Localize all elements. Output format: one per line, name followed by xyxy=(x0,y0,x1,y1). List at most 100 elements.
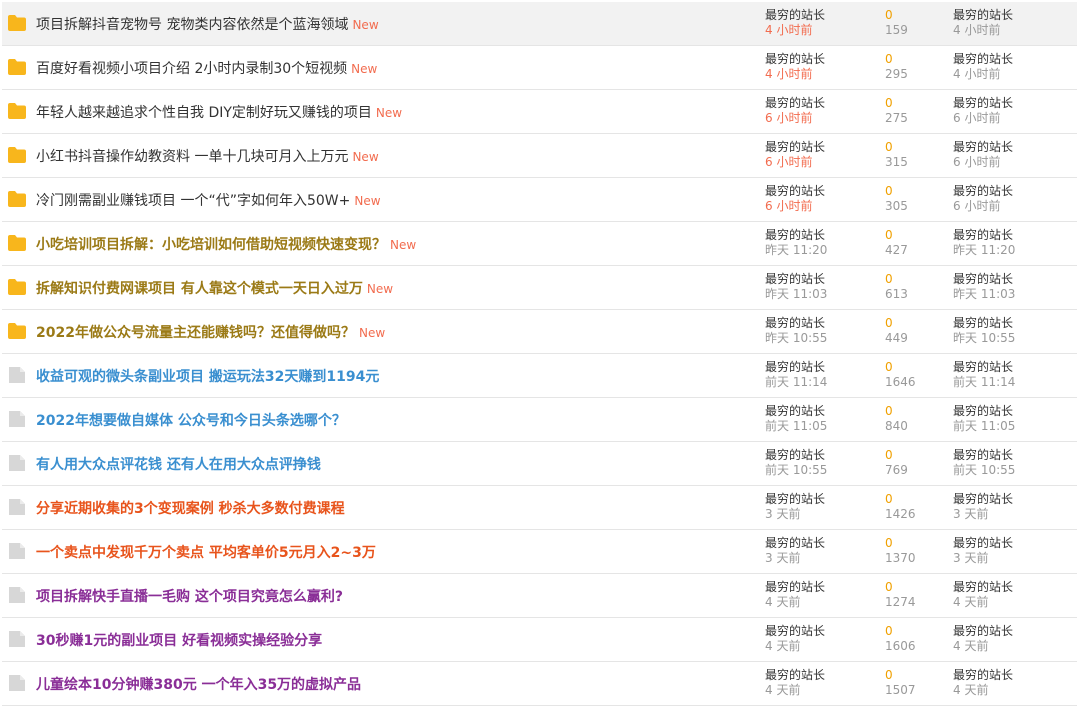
reply-count[interactable]: 0 xyxy=(885,228,908,243)
folder-icon[interactable] xyxy=(7,146,27,164)
file-icon[interactable] xyxy=(7,542,27,560)
reply-count[interactable]: 0 xyxy=(885,316,908,331)
reply-count[interactable]: 0 xyxy=(885,140,908,155)
last-post-time[interactable]: 昨天 11:20 xyxy=(953,243,1015,258)
folder-icon[interactable] xyxy=(7,190,27,208)
last-post-time[interactable]: 4 天前 xyxy=(953,595,1013,610)
folder-icon[interactable] xyxy=(7,234,27,252)
last-post-column: 最穷的站长 4 小时前 xyxy=(953,52,1013,82)
last-post-time[interactable]: 昨天 10:55 xyxy=(953,331,1015,346)
last-poster-link[interactable]: 最穷的站长 xyxy=(953,184,1013,199)
author-link[interactable]: 最穷的站长 xyxy=(765,228,827,243)
last-post-time[interactable]: 前天 11:05 xyxy=(953,419,1015,434)
last-poster-link[interactable]: 最穷的站长 xyxy=(953,668,1013,683)
file-icon[interactable] xyxy=(7,366,27,384)
thread-title-link[interactable]: 分享近期收集的3个变现案例 秒杀大多数付费课程 xyxy=(36,501,345,517)
reply-count[interactable]: 0 xyxy=(885,272,908,287)
author-link[interactable]: 最穷的站长 xyxy=(765,448,827,463)
author-link[interactable]: 最穷的站长 xyxy=(765,140,825,155)
last-poster-link[interactable]: 最穷的站长 xyxy=(953,624,1013,639)
last-post-time[interactable]: 4 小时前 xyxy=(953,23,1013,38)
file-icon[interactable] xyxy=(7,630,27,648)
last-poster-link[interactable]: 最穷的站长 xyxy=(953,228,1015,243)
thread-row: 小红书抖音操作幼教资料 一单十几块可月入上万元 New 最穷的站长 6 小时前 0… xyxy=(2,134,1077,178)
thread-title-link[interactable]: 一个卖点中发现千万个卖点 平均客单价5元月入2~3万 xyxy=(36,545,376,561)
thread-title-link[interactable]: 2022年做公众号流量主还能赚钱吗？还值得做吗？ xyxy=(36,325,355,341)
file-icon[interactable] xyxy=(7,454,27,472)
thread-title-link[interactable]: 有人用大众点评花钱 还有人在用大众点评挣钱 xyxy=(36,457,321,473)
last-poster-link[interactable]: 最穷的站长 xyxy=(953,404,1015,419)
thread-title-link[interactable]: 项目拆解快手直播一毛购 这个项目究竟怎么赢利? xyxy=(36,589,343,605)
author-link[interactable]: 最穷的站长 xyxy=(765,272,827,287)
reply-count[interactable]: 0 xyxy=(885,668,916,683)
folder-icon[interactable] xyxy=(7,322,27,340)
author-column: 最穷的站长 6 小时前 xyxy=(765,184,825,214)
reply-count[interactable]: 0 xyxy=(885,448,908,463)
reply-count[interactable]: 0 xyxy=(885,536,916,551)
last-poster-link[interactable]: 最穷的站长 xyxy=(953,448,1015,463)
author-link[interactable]: 最穷的站长 xyxy=(765,580,825,595)
last-poster-link[interactable]: 最穷的站长 xyxy=(953,316,1015,331)
author-link[interactable]: 最穷的站长 xyxy=(765,404,827,419)
last-post-time[interactable]: 昨天 11:03 xyxy=(953,287,1015,302)
last-post-time[interactable]: 前天 11:14 xyxy=(953,375,1015,390)
author-link[interactable]: 最穷的站长 xyxy=(765,492,825,507)
last-poster-link[interactable]: 最穷的站长 xyxy=(953,140,1013,155)
last-post-time[interactable]: 3 天前 xyxy=(953,551,1013,566)
author-link[interactable]: 最穷的站长 xyxy=(765,360,827,375)
last-post-time[interactable]: 3 天前 xyxy=(953,507,1013,522)
thread-title-link[interactable]: 冷门刚需副业赚钱项目 一个“代”字如何年入50W+ xyxy=(36,193,350,209)
folder-icon[interactable] xyxy=(7,58,27,76)
reply-count[interactable]: 0 xyxy=(885,404,908,419)
thread-title-link[interactable]: 2022年想要做自媒体 公众号和今日头条选哪个？ xyxy=(36,413,346,429)
author-link[interactable]: 最穷的站长 xyxy=(765,96,825,111)
thread-title-link[interactable]: 项目拆解抖音宠物号 宠物类内容依然是个蓝海领域 xyxy=(36,17,348,33)
author-link[interactable]: 最穷的站长 xyxy=(765,8,825,23)
last-poster-link[interactable]: 最穷的站长 xyxy=(953,8,1013,23)
author-link[interactable]: 最穷的站长 xyxy=(765,668,825,683)
thread-title-link[interactable]: 30秒赚1元的副业项目 好看视频实操经验分享 xyxy=(36,633,322,649)
folder-icon[interactable] xyxy=(7,102,27,120)
last-post-time[interactable]: 4 天前 xyxy=(953,639,1013,654)
thread-title-link[interactable]: 百度好看视频小项目介绍 2小时内录制30个短视频 xyxy=(36,61,347,77)
thread-title-link[interactable]: 拆解知识付费网课项目 有人靠这个模式一天日入过万 xyxy=(36,281,363,297)
file-icon[interactable] xyxy=(7,498,27,516)
file-icon[interactable] xyxy=(7,586,27,604)
thread-title-link[interactable]: 小红书抖音操作幼教资料 一单十几块可月入上万元 xyxy=(36,149,348,165)
thread-title-link[interactable]: 小吃培训项目拆解：小吃培训如何借助短视频快速变现？ xyxy=(36,237,386,253)
reply-count[interactable]: 0 xyxy=(885,184,908,199)
reply-count[interactable]: 0 xyxy=(885,8,908,23)
last-poster-link[interactable]: 最穷的站长 xyxy=(953,536,1013,551)
reply-count[interactable]: 0 xyxy=(885,580,916,595)
thread-title-link[interactable]: 年轻人越来越追求个性自我 DIY定制好玩又赚钱的项目 xyxy=(36,105,372,121)
last-post-time[interactable]: 4 天前 xyxy=(953,683,1013,698)
folder-icon[interactable] xyxy=(7,14,27,32)
author-link[interactable]: 最穷的站长 xyxy=(765,316,827,331)
author-link[interactable]: 最穷的站长 xyxy=(765,536,825,551)
last-poster-link[interactable]: 最穷的站长 xyxy=(953,52,1013,67)
author-link[interactable]: 最穷的站长 xyxy=(765,624,825,639)
last-post-time[interactable]: 6 小时前 xyxy=(953,155,1013,170)
folder-icon[interactable] xyxy=(7,278,27,296)
last-post-time[interactable]: 前天 10:55 xyxy=(953,463,1015,478)
file-icon[interactable] xyxy=(7,674,27,692)
last-poster-link[interactable]: 最穷的站长 xyxy=(953,580,1013,595)
last-poster-link[interactable]: 最穷的站长 xyxy=(953,272,1015,287)
reply-count[interactable]: 0 xyxy=(885,360,916,375)
author-link[interactable]: 最穷的站长 xyxy=(765,52,825,67)
thread-title-link[interactable]: 收益可观的微头条副业项目 搬运玩法32天赚到1194元 xyxy=(36,369,379,385)
author-link[interactable]: 最穷的站长 xyxy=(765,184,825,199)
file-icon[interactable] xyxy=(7,410,27,428)
last-poster-link[interactable]: 最穷的站长 xyxy=(953,492,1013,507)
last-poster-link[interactable]: 最穷的站长 xyxy=(953,96,1013,111)
reply-count[interactable]: 0 xyxy=(885,96,908,111)
last-post-time[interactable]: 6 小时前 xyxy=(953,111,1013,126)
last-post-time[interactable]: 4 小时前 xyxy=(953,67,1013,82)
last-poster-link[interactable]: 最穷的站长 xyxy=(953,360,1015,375)
reply-count[interactable]: 0 xyxy=(885,492,916,507)
last-post-time[interactable]: 6 小时前 xyxy=(953,199,1013,214)
thread-title-link[interactable]: 儿童绘本10分钟赚380元 一个年入35万的虚拟产品 xyxy=(36,677,361,693)
reply-count[interactable]: 0 xyxy=(885,52,908,67)
stats-column: 0 315 xyxy=(885,140,908,170)
reply-count[interactable]: 0 xyxy=(885,624,916,639)
